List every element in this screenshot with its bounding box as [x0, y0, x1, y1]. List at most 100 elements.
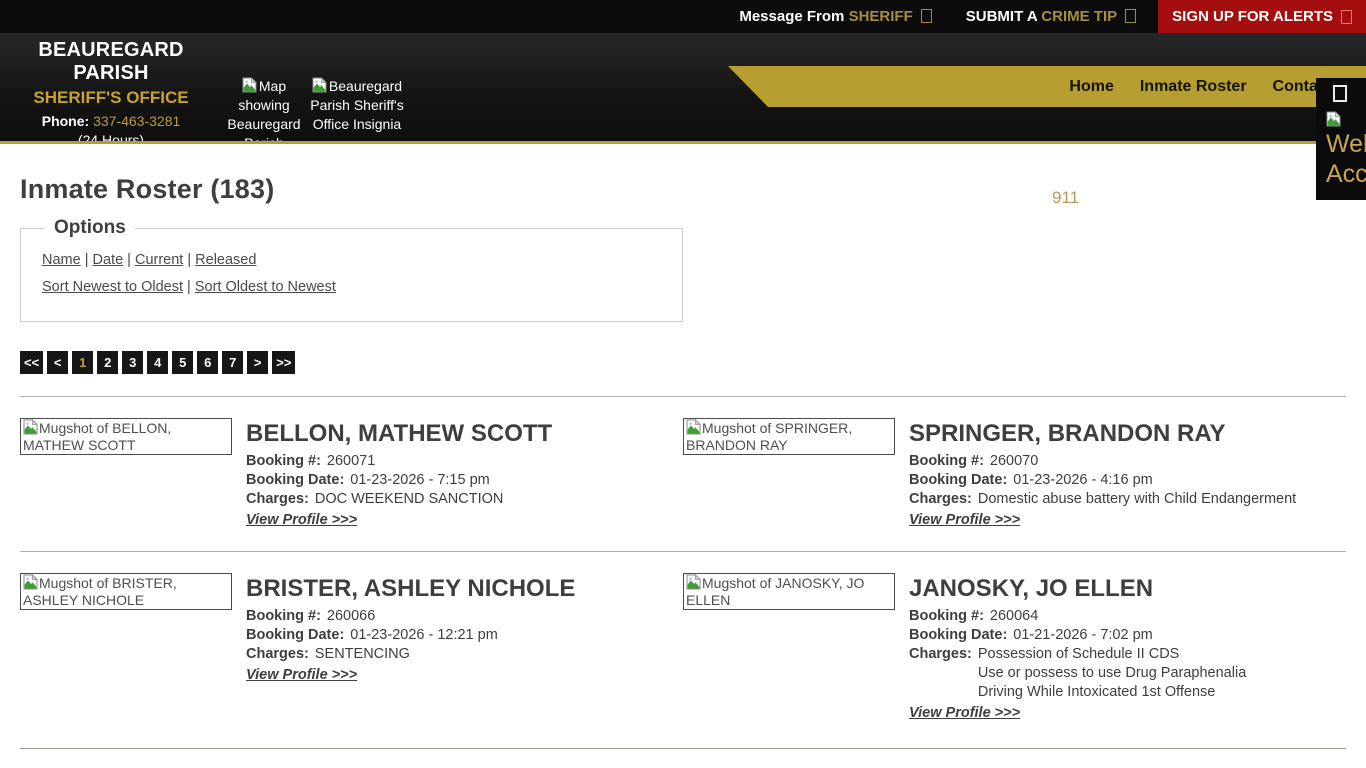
booking-number-value: 260071 [326, 453, 376, 469]
submit-crime-tip-link[interactable]: SUBMIT A CRIME TIP [965, 8, 1137, 25]
booking-number-line: Booking #: 260066 [246, 607, 575, 626]
phone-number-link[interactable]: 337-463-3281 [93, 113, 180, 129]
submit-a-text: SUBMIT A [965, 8, 1038, 25]
booking-date-value: 01-23-2026 - 7:15 pm [350, 472, 490, 488]
roster-row: Mugshot of BRISTER, ASHLEY NICHOLE BRIST… [20, 573, 1346, 722]
charges-label: Charges: [909, 491, 972, 507]
mugshot-alt-text: Mugshot of BRISTER, ASHLEY NICHOLE [23, 575, 177, 608]
phone-label: Phone: [41, 113, 90, 129]
mugshot-image-placeholder: Mugshot of BELLON, MATHEW SCOTT [20, 418, 232, 455]
mugshot-image-placeholder: Mugshot of SPRINGER, BRANDON RAY [683, 418, 895, 455]
agency-name-line2: SHERIFF'S OFFICE [33, 88, 189, 107]
pipe-separator: | [183, 252, 196, 268]
sort-by-links-row: Name | Date | Current | Released [42, 252, 682, 268]
next-page-button[interactable]: > [247, 351, 269, 374]
top-utility-bar: Message From SHERIFF SUBMIT A CRIME TIP … [0, 0, 1366, 33]
sort-link-released[interactable]: Released [195, 252, 256, 268]
pipe-separator: | [80, 252, 93, 268]
last-page-button[interactable]: >> [272, 351, 296, 374]
sheriff-text: SHERIFF [848, 8, 913, 25]
sign-up-for-alerts-button[interactable]: SIGN UP FOR ALERTS [1158, 0, 1366, 33]
booking-number-label: Booking #: [246, 608, 321, 624]
charges-values: Domestic abuse battery with Child Endang… [978, 490, 1296, 509]
booking-date-line: Booking Date: 01-23-2026 - 7:15 pm [246, 471, 552, 490]
charges-values: DOC WEEKEND SANCTION [315, 490, 504, 509]
parish-map-image-placeholder: Map showing Beauregard Parish location w… [220, 77, 308, 144]
sort-order-links-row: Sort Newest to Oldest | Sort Oldest to N… [42, 279, 682, 295]
view-profile-link[interactable]: View Profile >>> [246, 512, 357, 528]
agency-name-line1: BEAUREGARD PARISH [38, 39, 184, 84]
web-accessibility-label: Web Accessibility [1326, 130, 1366, 188]
sort-link-name[interactable]: Name [42, 252, 81, 268]
page-4-button[interactable]: 4 [147, 351, 169, 374]
charge-line: Driving While Intoxicated 1st Offense [977, 684, 1216, 700]
insignia-image-placeholder: Beauregard Parish Sheriff's Office Insig… [308, 77, 406, 134]
alerts-label: SIGN UP FOR ALERTS [1172, 8, 1333, 25]
booking-number-label: Booking #: [246, 453, 321, 469]
sort-link-date[interactable]: Date [93, 252, 124, 268]
mugshot-alt-text: Mugshot of SPRINGER, BRANDON RAY [686, 420, 853, 453]
roster-row: Mugshot of BELLON, MATHEW SCOTT BELLON, … [20, 418, 1346, 529]
crime-tip-text: CRIME TIP [1041, 8, 1118, 25]
booking-date-value: 01-23-2026 - 4:16 pm [1013, 472, 1153, 488]
site-header: Message From SHERIFF SUBMIT A CRIME TIP … [0, 0, 1366, 144]
charges-line: Charges: Domestic abuse battery with Chi… [909, 490, 1296, 509]
booking-date-label: Booking Date: [909, 627, 1008, 643]
charge-line: Use or possess to use Drug Paraphenalia [977, 665, 1247, 681]
view-profile-link[interactable]: View Profile >>> [909, 512, 1020, 528]
options-legend: Options [54, 217, 126, 238]
inmate-name: JANOSKY, JO ELLEN [909, 575, 1154, 602]
page-3-button[interactable]: 3 [122, 351, 144, 374]
broken-image-icon [686, 574, 701, 590]
agency-identity: BEAUREGARD PARISH SHERIFF'S OFFICE Phone… [8, 39, 214, 141]
nav-inmate-roster[interactable]: Inmate Roster [1140, 78, 1247, 96]
inmate-card: Mugshot of SPRINGER, BRANDON RAY SPRINGE… [683, 418, 1346, 529]
first-page-button[interactable]: << [20, 351, 44, 374]
message-from-text: Message From [739, 8, 845, 25]
page-7-button[interactable]: 7 [222, 351, 244, 374]
missing-glyph-icon [1125, 9, 1137, 23]
charges-label: Charges: [246, 491, 309, 507]
charge-line: SENTENCING [314, 646, 410, 662]
sort-link-sort-oldest-to-newest[interactable]: Sort Oldest to Newest [195, 279, 336, 295]
main-content: 911 Inmate Roster (183) Options Name | D… [0, 174, 1366, 749]
view-profile-link[interactable]: View Profile >>> [246, 667, 357, 683]
page-1-button[interactable]: 1 [72, 351, 94, 374]
web-accessibility-widget[interactable]: Web Accessibility [1316, 78, 1366, 200]
pagination: << <1 2 3 4 5 6 7 > >> [20, 351, 1346, 374]
booking-number-line: Booking #: 260070 [909, 452, 1296, 471]
prev-page-button[interactable]: < [47, 351, 69, 374]
message-from-sheriff-link[interactable]: Message From SHERIFF [739, 8, 932, 25]
charges-values: SENTENCING [315, 645, 410, 664]
page-2-button[interactable]: 2 [97, 351, 119, 374]
nav-home[interactable]: Home [1069, 78, 1113, 96]
booking-number-line: Booking #: 260071 [246, 452, 552, 471]
sort-link-current[interactable]: Current [135, 252, 183, 268]
inmate-details: JANOSKY, JO ELLEN Booking #: 260064 Book… [909, 573, 1246, 722]
booking-date-value: 01-23-2026 - 12:21 pm [350, 627, 498, 643]
broken-image-icon [242, 77, 257, 93]
booking-number-value: 260070 [989, 453, 1039, 469]
inmate-name: BRISTER, ASHLEY NICHOLE [246, 575, 576, 602]
inmate-name: BELLON, MATHEW SCOTT [246, 420, 553, 447]
view-profile-link[interactable]: View Profile >>> [909, 705, 1020, 721]
emergency-911-link[interactable]: 911 [1052, 188, 1079, 208]
booking-number-label: Booking #: [909, 608, 984, 624]
booking-date-line: Booking Date: 01-21-2026 - 7:02 pm [909, 626, 1246, 645]
map-alt-text: Map showing Beauregard Parish location w… [227, 78, 301, 144]
charges-values: Possession of Schedule II CDS Use or poss… [978, 645, 1246, 702]
phone-line: Phone: 337-463-3281 [8, 113, 214, 129]
inmate-card: Mugshot of BELLON, MATHEW SCOTT BELLON, … [20, 418, 683, 529]
inmate-details: BELLON, MATHEW SCOTT Booking #: 260071 B… [246, 418, 552, 529]
missing-glyph-icon [1341, 9, 1352, 24]
divider [20, 551, 1346, 552]
charges-label: Charges: [246, 646, 309, 662]
inmate-details: SPRINGER, BRANDON RAY Booking #: 260070 … [909, 418, 1296, 529]
mugshot-alt-text: Mugshot of JANOSKY, JO ELLEN [686, 575, 865, 608]
sort-link-sort-newest-to-oldest[interactable]: Sort Newest to Oldest [42, 279, 183, 295]
inmate-name: SPRINGER, BRANDON RAY [909, 420, 1226, 447]
page-5-button[interactable]: 5 [172, 351, 194, 374]
mugshot-alt-text: Mugshot of BELLON, MATHEW SCOTT [23, 420, 172, 453]
inmate-card: Mugshot of JANOSKY, JO ELLEN JANOSKY, JO… [683, 573, 1346, 722]
page-6-button[interactable]: 6 [197, 351, 219, 374]
